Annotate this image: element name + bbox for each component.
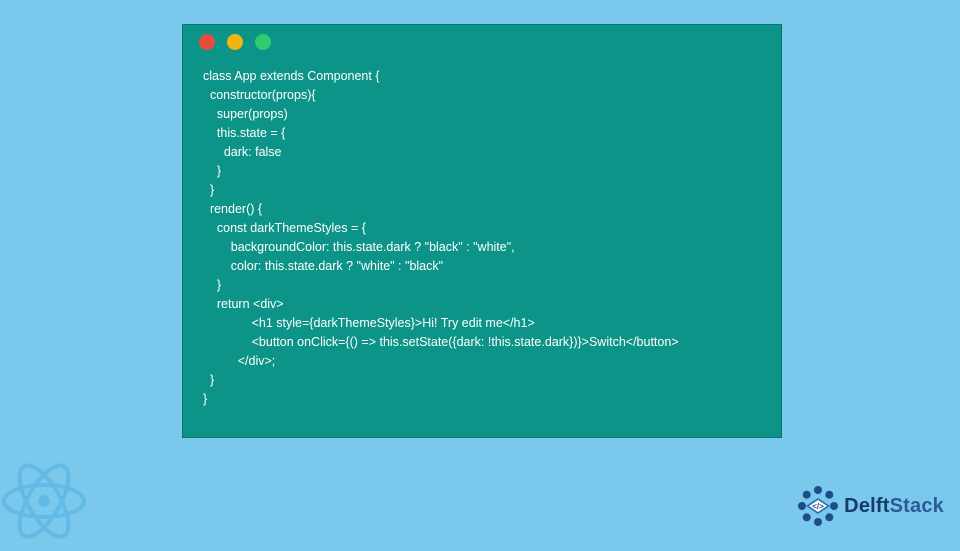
brand-logo: </> DelftStack: [798, 486, 944, 526]
window-maximize-dot: [255, 34, 271, 50]
window-titlebar: [183, 25, 781, 59]
code-content: class App extends Component { constructo…: [183, 59, 781, 421]
window-close-dot: [199, 34, 215, 50]
svg-text:</>: </>: [812, 502, 824, 511]
brand-name: DelftStack: [844, 495, 944, 518]
brand-badge-icon: </>: [798, 486, 838, 526]
window-minimize-dot: [227, 34, 243, 50]
brand-name-part2: Stack: [890, 495, 944, 517]
react-atom-decoration: [0, 456, 94, 546]
brand-name-part1: Delft: [844, 495, 889, 517]
code-window: class App extends Component { constructo…: [182, 24, 782, 438]
